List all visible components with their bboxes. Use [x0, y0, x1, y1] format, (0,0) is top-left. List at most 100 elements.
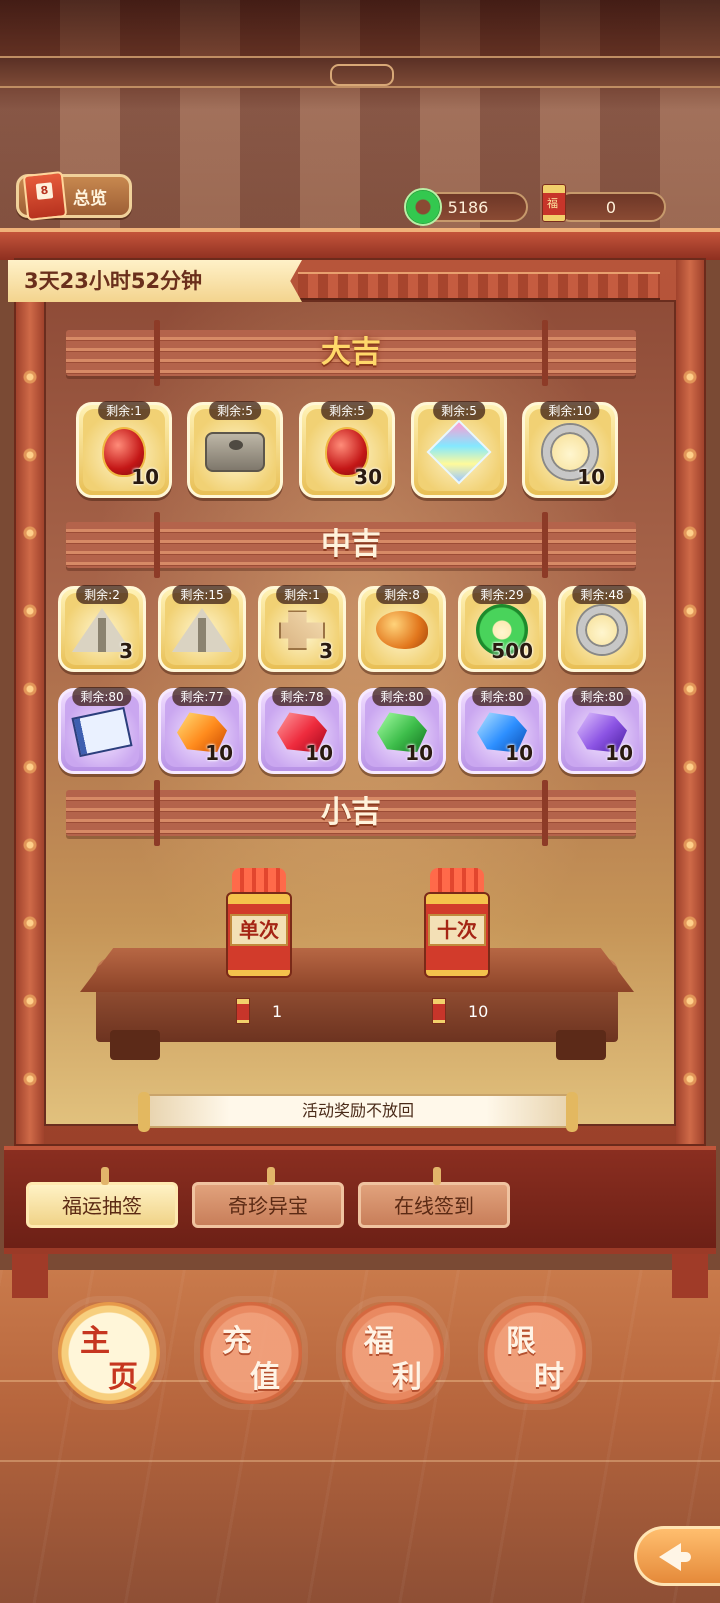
millstone-icon — [205, 431, 265, 472]
decorative-rail — [298, 272, 660, 300]
jade-currency-counter: 5186 — [404, 188, 528, 226]
item-quantity: 10 — [305, 741, 333, 765]
single-cost-value: 1 — [272, 1001, 283, 1021]
item-quantity: 10 — [577, 465, 605, 489]
nav-recharge-label: 充 值 — [200, 1302, 302, 1404]
prize-item[interactable]: 剩余:5 — [187, 401, 283, 498]
remaining-count: 剩余:78 — [272, 687, 332, 706]
pillar-ornament-icon — [23, 370, 37, 384]
pillar-ornament-icon — [683, 526, 697, 540]
nav-char: 限 — [506, 1324, 536, 1359]
item-quantity: 500 — [491, 639, 533, 663]
pillar-ornament-icon — [683, 448, 697, 462]
pillar-ornament-icon — [23, 526, 37, 540]
prize-item[interactable]: 剩余:78 10 — [258, 687, 346, 774]
remaining-count: 剩余:8 — [376, 585, 428, 604]
prize-item[interactable]: 剩余:1 10 — [76, 401, 172, 498]
tab-bar-leg — [672, 1254, 708, 1298]
nav-recharge[interactable]: 充 值 — [200, 1302, 302, 1404]
nav-home[interactable]: 主 页 — [58, 1302, 160, 1404]
pillar-ornament-icon — [683, 838, 697, 852]
floor-line — [0, 1460, 720, 1462]
jade-count: 5186 — [447, 197, 489, 217]
lot-currency-counter: 0 — [542, 184, 666, 222]
prize-item[interactable]: 剩余:10 10 — [522, 401, 618, 498]
tier-title-mid: 中吉 — [321, 527, 381, 562]
item-quantity: 10 — [605, 741, 633, 765]
item-quantity: 10 — [131, 465, 159, 489]
tier-header-top: 大吉 — [66, 320, 636, 386]
table-leg — [110, 1030, 160, 1060]
remaining-count: 剩余:80 — [72, 687, 132, 706]
tab-online-checkin[interactable]: 在线签到 — [358, 1167, 510, 1228]
prize-item[interactable]: 剩余:80 — [58, 687, 146, 774]
ten-cost-value: 10 — [468, 1001, 489, 1021]
nav-welfare-label: 福 利 — [342, 1302, 444, 1404]
prize-item[interactable]: 剩余:5 — [411, 401, 507, 498]
pillar-ornament-icon — [23, 682, 37, 696]
remaining-count: 剩余:5 — [321, 401, 373, 420]
silver-ring-icon — [578, 606, 626, 655]
remaining-count: 剩余:77 — [172, 687, 232, 706]
jade-coin-icon — [404, 188, 442, 226]
prize-item[interactable]: 剩余:77 10 — [158, 687, 246, 774]
overview-button[interactable]: 总览 — [16, 171, 132, 221]
remaining-count: 剩余:15 — [172, 585, 232, 604]
fortune-lot-icon — [432, 998, 446, 1024]
tier-title-top: 大吉 — [321, 335, 381, 370]
prize-item[interactable]: 剩余:8 — [358, 585, 446, 672]
countdown-timer: 3天23小时52分钟 — [8, 260, 302, 302]
nav-char: 时 — [534, 1360, 564, 1395]
pillar-ornament-icon — [23, 916, 37, 930]
nav-char: 值 — [250, 1360, 280, 1395]
item-quantity: 3 — [319, 639, 333, 663]
single-draw-button[interactable]: 单次 — [226, 868, 292, 978]
back-arrow-icon — [659, 1543, 691, 1571]
pillar-ornament-icon — [683, 994, 697, 1008]
lot-count: 0 — [605, 197, 617, 217]
tier-title-low: 小吉 — [321, 795, 381, 830]
prize-item[interactable]: 剩余:80 10 — [358, 687, 446, 774]
remaining-count: 剩余:5 — [433, 401, 485, 420]
single-draw-label: 单次 — [230, 914, 288, 946]
nav-char: 利 — [392, 1360, 422, 1395]
prize-item[interactable]: 剩余:15 — [158, 585, 246, 672]
tab-bar-leg — [12, 1254, 48, 1298]
table-leg — [556, 1030, 606, 1060]
tier-header-low: 小吉 — [66, 780, 636, 846]
nav-char: 主 — [80, 1324, 110, 1359]
prize-item[interactable]: 剩余:80 10 — [458, 687, 546, 774]
remaining-count: 剩余:80 — [472, 687, 532, 706]
prize-item[interactable]: 剩余:48 — [558, 585, 646, 672]
back-button[interactable] — [634, 1526, 720, 1586]
nav-welfare[interactable]: 福 利 — [342, 1302, 444, 1404]
prize-item[interactable]: 剩余:5 30 — [299, 401, 395, 498]
nav-char: 福 — [364, 1324, 394, 1359]
altar-table-top — [80, 948, 634, 992]
tab-treasures[interactable]: 奇珍异宝 — [192, 1167, 344, 1228]
rainbow-gem-icon — [426, 419, 492, 485]
decorative-beam — [0, 56, 720, 88]
rule-notice: 活动奖励不放回 — [138, 1092, 578, 1132]
pillar-ornament-icon — [23, 994, 37, 1008]
pillar-ornament-icon — [683, 1072, 697, 1086]
pillar-ornament-icon — [23, 604, 37, 618]
ten-draw-button[interactable]: 十次 — [424, 868, 490, 978]
fortune-lot-icon — [236, 998, 250, 1024]
nav-home-label: 主 页 — [58, 1302, 160, 1404]
right-pillar — [676, 260, 704, 1164]
pillar-ornament-icon — [683, 370, 697, 384]
prize-item[interactable]: 剩余:29 500 — [458, 585, 546, 672]
item-quantity: 10 — [505, 741, 533, 765]
nav-char: 充 — [222, 1324, 252, 1359]
shrine-roof — [0, 228, 720, 260]
prize-item[interactable]: 剩余:2 3 — [58, 585, 146, 672]
prize-item[interactable]: 剩余:1 3 — [258, 585, 346, 672]
item-quantity: 10 — [405, 741, 433, 765]
left-pillar — [16, 260, 44, 1164]
tab-fortune-draw[interactable]: 福运抽签 — [26, 1167, 178, 1228]
amber-icon — [376, 611, 428, 650]
nav-limited[interactable]: 限 时 — [484, 1302, 586, 1404]
prize-item[interactable]: 剩余:80 10 — [558, 687, 646, 774]
single-draw-cost: 1 — [236, 998, 282, 1024]
